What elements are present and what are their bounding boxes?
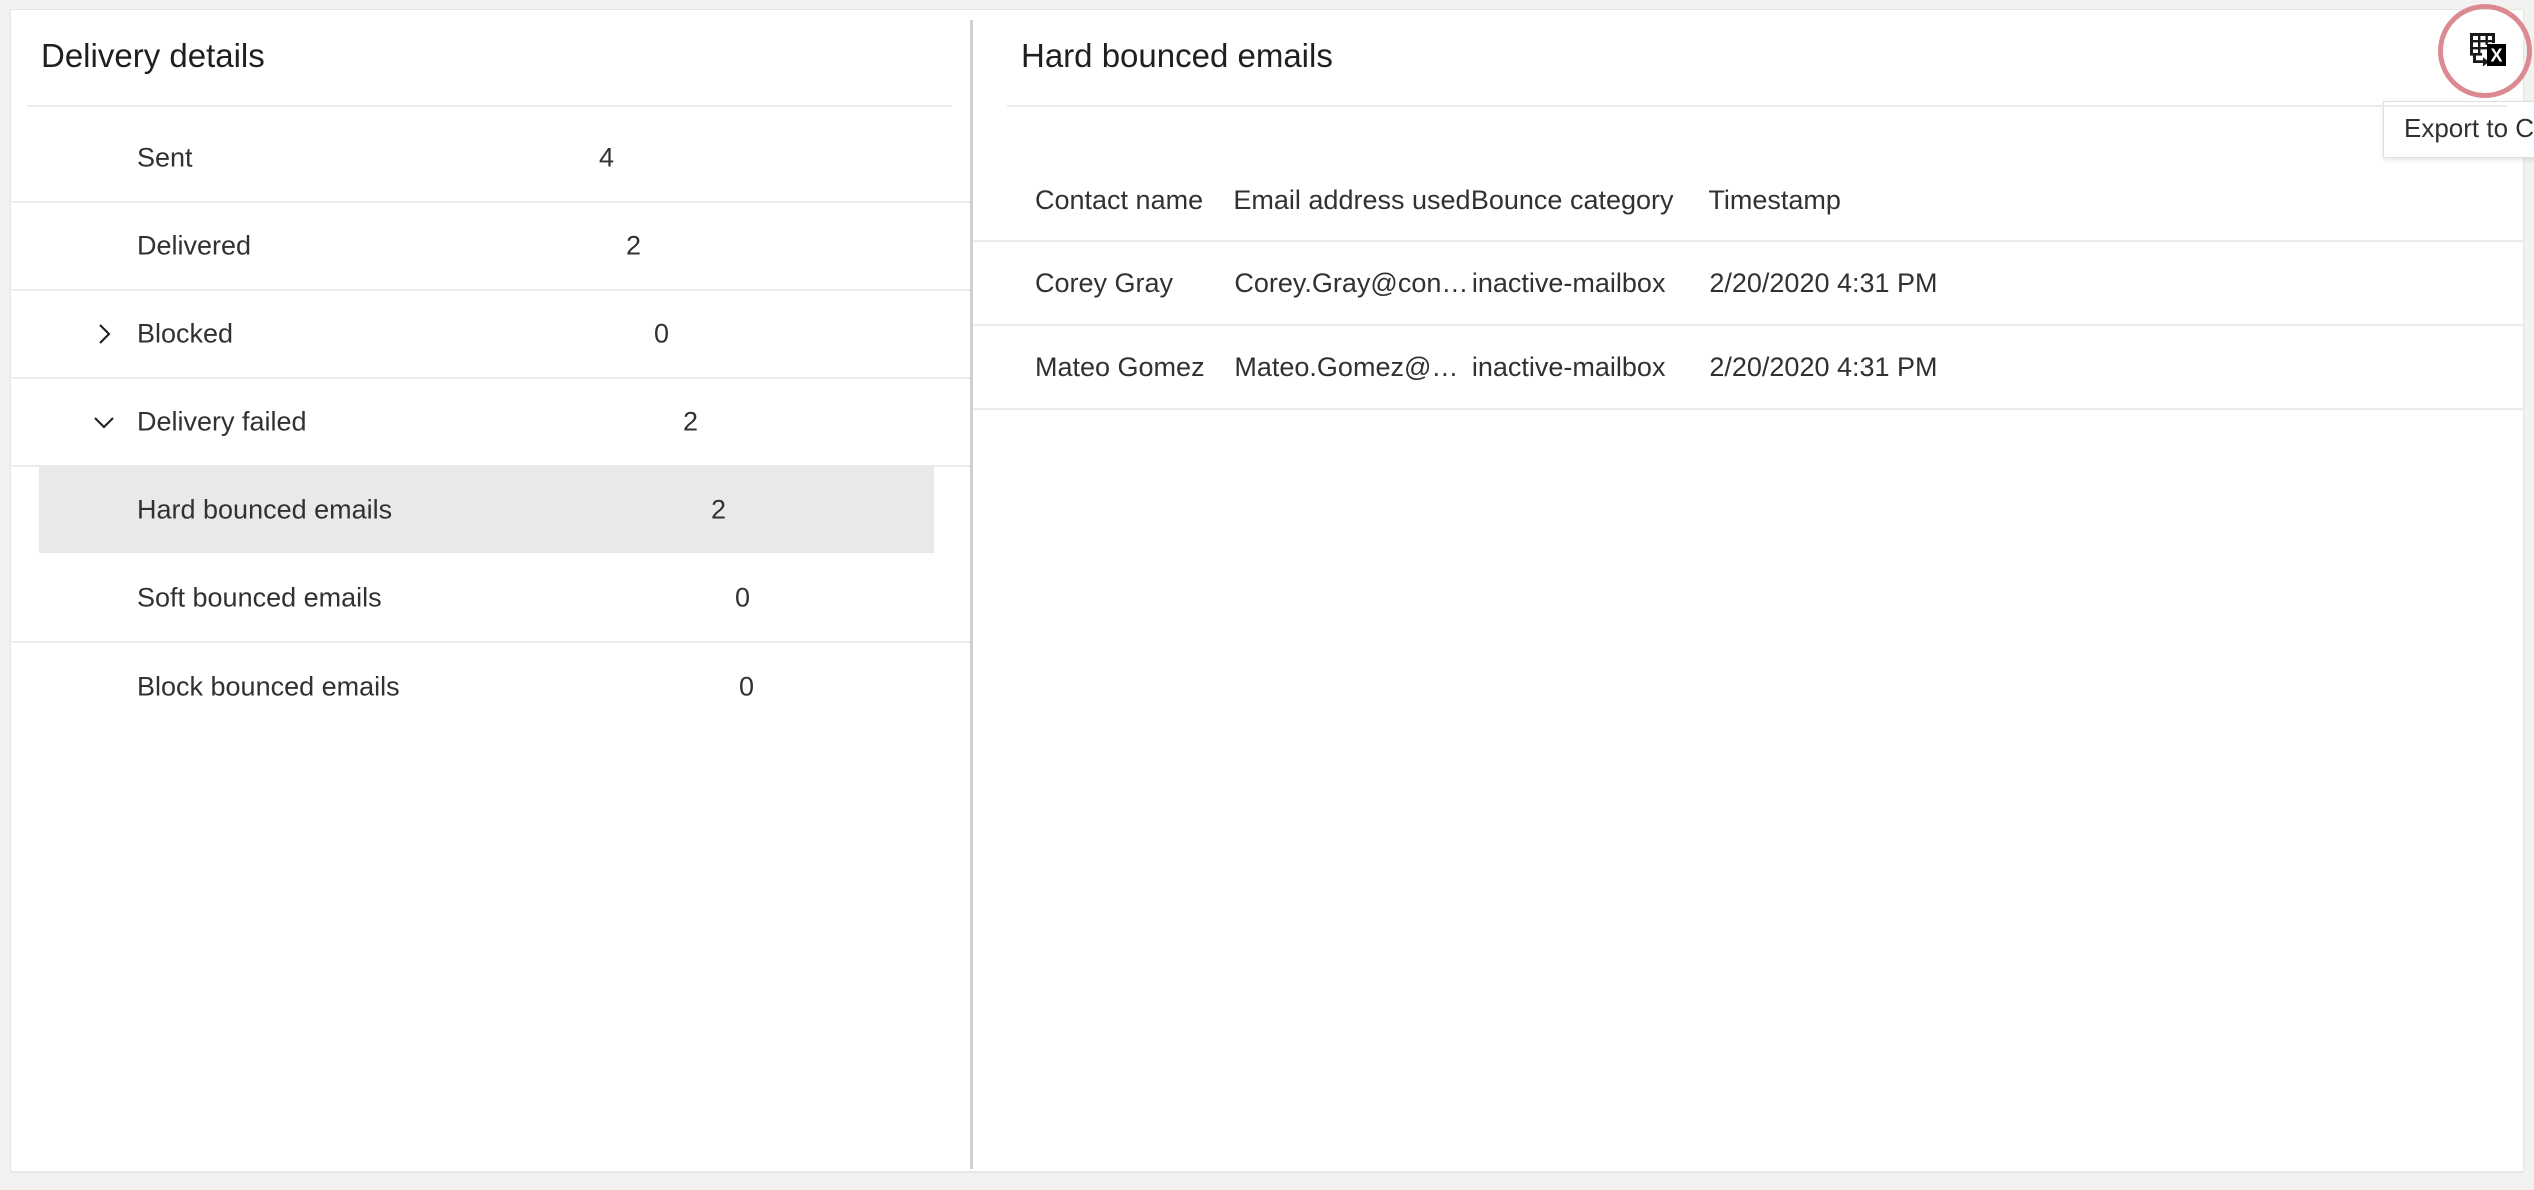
delivery-detail-row[interactable]: Delivery failed 2 — [11, 379, 970, 467]
column-header-email-address-used[interactable]: Email address used — [1233, 160, 1470, 241]
export-to-excel-icon: X — [2464, 28, 2510, 74]
delivery-detail-row[interactable]: Sent 4 — [11, 115, 970, 203]
detail-row-value: 0 — [739, 671, 755, 702]
table-row[interactable]: Mateo Gomez Mateo.Gomez@cont...inactive-m… — [973, 325, 2525, 409]
delivery-details-title: Delivery details — [41, 37, 265, 74]
export-to-csv-button[interactable]: X — [2460, 24, 2514, 78]
table-header-row: Contact name Email address used Bounce c… — [973, 160, 2525, 241]
delivery-detail-row[interactable]: Soft bounced emails 0 — [11, 555, 970, 643]
export-to-csv-tooltip: Export to CSV — [2383, 101, 2534, 158]
column-header-bounce-category[interactable]: Bounce category — [1471, 160, 1708, 241]
delivery-detail-row[interactable]: Hard bounced emails 2 — [11, 467, 970, 555]
detail-row-value: 2 — [626, 230, 642, 261]
cell-email-address-used: Corey.Gray@contos... — [1234, 267, 1470, 298]
column-header-timestamp[interactable]: Timestamp — [1708, 160, 2020, 241]
hard-bounced-emails-title: Hard bounced emails — [1021, 37, 1333, 74]
detail-row-value: 0 — [735, 582, 751, 613]
cell-timestamp: 2/20/2020 4:31 PM — [1709, 351, 1938, 382]
right-header-divider — [1007, 105, 2507, 107]
cell-bounce-category: inactive-mailbox — [1471, 351, 1666, 382]
cell-bounce-category: inactive-mailbox — [1471, 267, 1666, 298]
chevron-down-icon[interactable] — [91, 409, 117, 435]
detail-row-label: Block bounced emails — [137, 671, 400, 702]
delivery-detail-row[interactable]: Delivered 2 — [11, 203, 970, 291]
detail-row-label: Delivered — [137, 230, 252, 261]
cell-contact-name: Mateo Gomez — [1035, 351, 1205, 382]
cell-spacer — [2021, 241, 2525, 325]
table-body: Corey GrayCorey.Gray@contos...inactive-m… — [973, 241, 2525, 409]
detail-row-value: 2 — [683, 406, 699, 437]
svg-text:X: X — [2490, 46, 2502, 66]
delivery-details-list: Sent 4 Delivered 2 Blocked 0 Delivery failed 2 H… — [11, 115, 970, 731]
column-header-contact-name[interactable]: Contact name — [973, 160, 1233, 241]
detail-row-label: Sent — [137, 142, 193, 173]
cell-spacer — [2021, 325, 2525, 409]
table-header: Contact name Email address used Bounce c… — [973, 160, 2525, 241]
cell-timestamp: 2/20/2020 4:31 PM — [1709, 267, 1938, 298]
cell-email-address-used: Mateo.Gomez@cont... — [1234, 351, 1470, 382]
delivery-detail-row[interactable]: Block bounced emails 0 — [11, 643, 970, 731]
delivery-details-card: Delivery details Sent 4 Delivered 2 Blocked 0… — [10, 4, 2534, 1173]
delivery-details-panel: Delivery details Sent 4 Delivered 2 Blocked 0… — [11, 10, 970, 1173]
detail-row-label: Delivery failed — [137, 406, 307, 437]
table-row[interactable]: Corey Gray Corey.Gray@contos...inactive-m… — [973, 241, 2525, 325]
detail-row-label: Blocked — [137, 318, 234, 349]
detail-row-value: 0 — [654, 318, 670, 349]
detail-row-label: Soft bounced emails — [137, 582, 382, 613]
hard-bounced-emails-table: Contact name Email address used Bounce c… — [973, 160, 2525, 410]
cell-contact-name: Corey Gray — [1035, 267, 1174, 298]
detail-row-value: 2 — [711, 494, 727, 525]
column-header-spacer — [2021, 160, 2525, 241]
screen-root: Delivery details Sent 4 Delivered 2 Blocked 0… — [0, 0, 2534, 1190]
detail-row-value: 4 — [599, 142, 615, 173]
chevron-right-icon[interactable] — [91, 321, 117, 347]
hard-bounced-emails-panel: Hard bounced emails X Export to C Contac… — [973, 4, 2534, 1173]
delivery-detail-row[interactable]: Blocked 0 — [11, 291, 970, 379]
left-header-divider — [27, 105, 952, 107]
detail-row-label: Hard bounced emails — [137, 494, 393, 525]
